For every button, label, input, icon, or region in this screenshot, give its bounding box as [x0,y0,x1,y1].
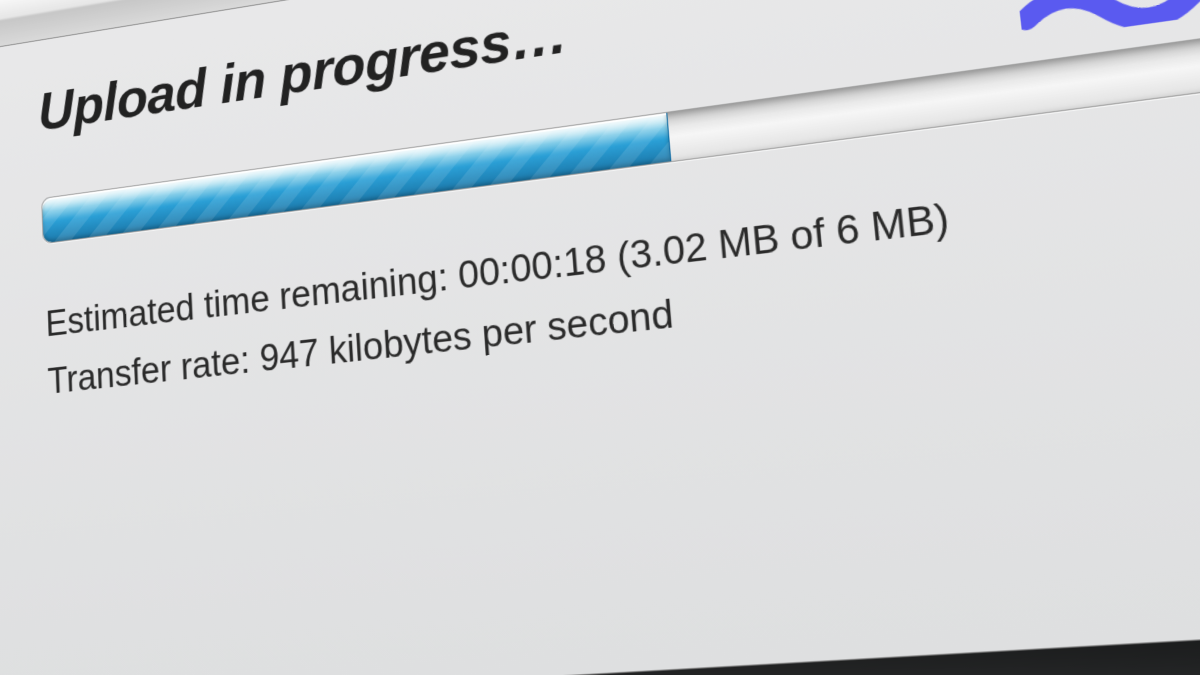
progress-bar-fill [42,113,671,243]
scene-background: Upload: 53% complete Upload in progress…… [0,0,1200,675]
dialog-body: Upload in progress… Estimated time remai… [0,0,1200,449]
upload-dialog: Upload: 53% complete Upload in progress…… [0,0,1200,675]
